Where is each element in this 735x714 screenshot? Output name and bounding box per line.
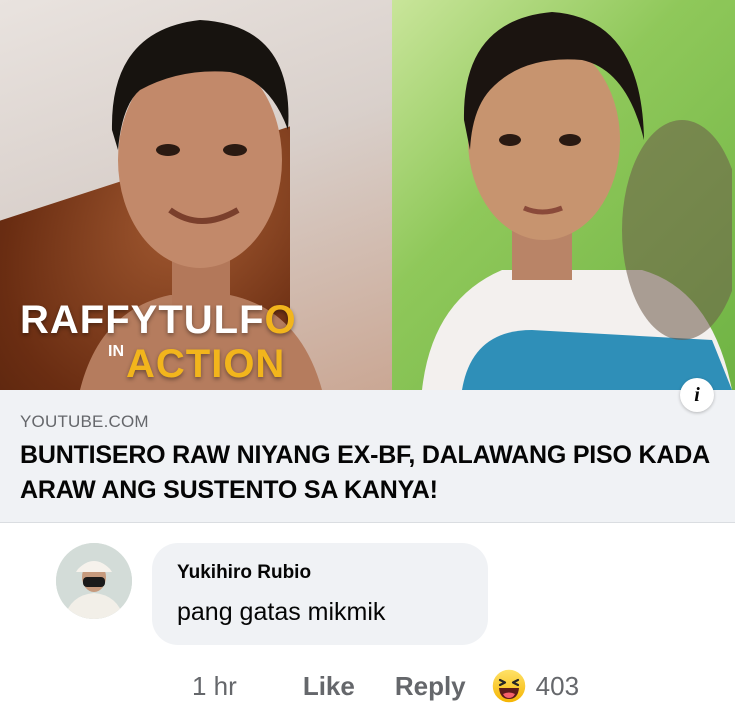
comment-author[interactable]: Yukihiro Rubio	[177, 562, 311, 584]
reaction-count: 403	[535, 670, 580, 701]
link-meta[interactable]: YOUTUBE.COM BUNTISERO RAW NIYANG EX-BF, …	[20, 412, 720, 508]
link-thumbnail[interactable]: RAFFYTULFO INACTION	[0, 0, 735, 390]
comment-bubble[interactable]: Yukihiro Rubio pang gatas mikmik	[152, 543, 488, 645]
thumbnail-right-panel	[392, 0, 735, 390]
commenter-avatar[interactable]	[56, 543, 132, 619]
link-title[interactable]: BUNTISERO RAW NIYANG EX-BF, DALAWANG PIS…	[20, 438, 720, 508]
comment-timestamp[interactable]: 1 hr	[192, 671, 237, 702]
comment-text: pang gatas mikmik	[177, 598, 386, 626]
link-domain: YOUTUBE.COM	[20, 412, 149, 431]
reply-button[interactable]: Reply	[395, 671, 466, 702]
haha-emoji-icon	[490, 668, 527, 704]
avatar-photo	[56, 543, 132, 619]
comment-actions: 1 hr Like Reply 403	[192, 664, 579, 708]
raffy-tulfo-in-action-logo: RAFFYTULFO INACTION	[20, 298, 297, 386]
like-button[interactable]: Like	[303, 671, 355, 702]
reaction-summary[interactable]: 403	[490, 667, 579, 705]
young-woman-photo	[422, 12, 732, 390]
card-divider	[0, 522, 735, 523]
info-icon[interactable]: i	[680, 378, 714, 412]
link-preview-card[interactable]: RAFFYTULFO INACTION i YOUTUBE.COM BUNTIS…	[0, 0, 735, 522]
